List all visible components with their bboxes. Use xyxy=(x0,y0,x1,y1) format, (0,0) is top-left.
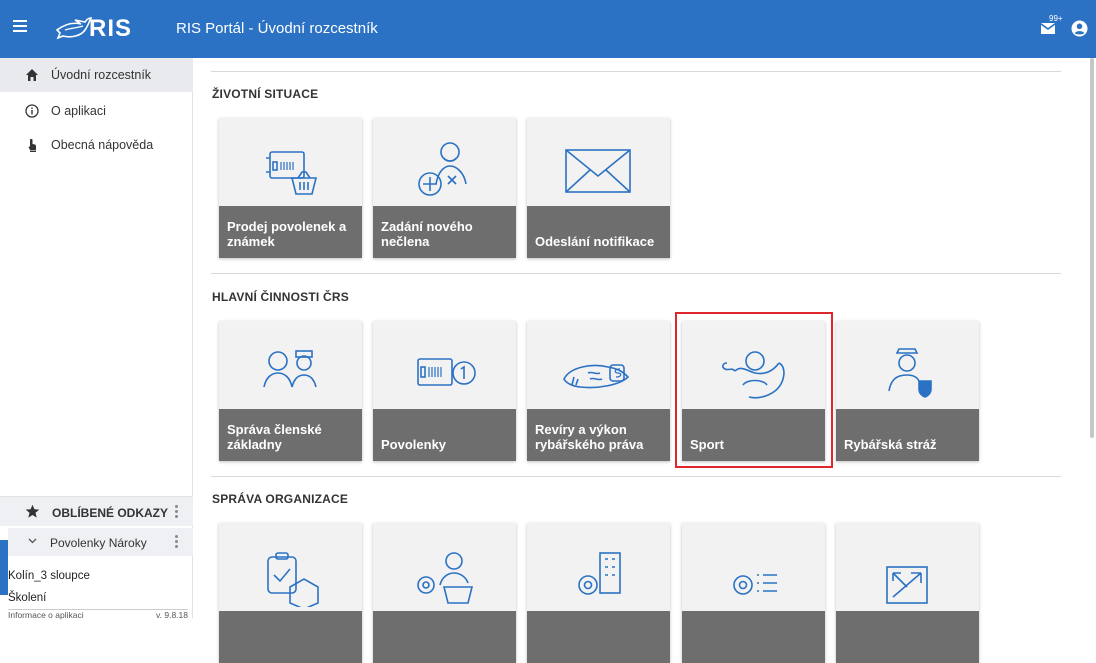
tile-zadani-neclena[interactable]: Zadání nového nečlena xyxy=(373,118,516,258)
envelope-icon xyxy=(565,149,631,193)
tile-label: Prodej povolenek a známek xyxy=(227,219,347,249)
tile-organization-2[interactable] xyxy=(373,523,516,663)
tile-rybarska-straz[interactable]: Rybářská stráž xyxy=(836,321,979,461)
sidebar-item-label: Obecná nápověda xyxy=(51,138,154,152)
star-icon xyxy=(25,504,40,518)
tile-label: Rybářská stráž xyxy=(844,437,937,452)
favorite-link[interactable]: Kolín_3 sloupce xyxy=(8,570,90,582)
tile-caption xyxy=(836,611,979,663)
page-title: RIS Portál - Úvodní rozcestník xyxy=(176,20,378,37)
tile-caption xyxy=(219,611,362,663)
more-vert-icon[interactable] xyxy=(175,535,179,549)
chevron-down-icon[interactable] xyxy=(28,538,37,544)
help-icon xyxy=(28,138,36,152)
tile-caption xyxy=(527,611,670,663)
permit-basket-icon xyxy=(266,151,318,195)
favorites-title: OBLÍBENÉ ODKAZY xyxy=(52,506,169,520)
section-title: HLAVNÍ ČINNOSTI ČRS xyxy=(212,290,349,304)
favorites-accent-bar xyxy=(0,540,8,595)
favorites-group-label: Povolenky Nároky xyxy=(50,536,147,550)
section-title: ŽIVOTNÍ SITUACE xyxy=(212,87,319,101)
app-info-label: Informace o aplikaci xyxy=(8,610,84,620)
sidebar-item-about[interactable]: O aplikaci xyxy=(0,94,193,128)
favorites-group[interactable]: Povolenky Nároky xyxy=(8,528,193,556)
tile-label: Revíry a výkon rybářského práva xyxy=(535,422,644,452)
sidebar-item-label: O aplikaci xyxy=(51,104,106,118)
top-app-bar: RIS RIS Portál - Úvodní rozcestník 99+ xyxy=(0,0,1096,58)
tile-caption xyxy=(373,611,516,663)
clipboard-box-icon xyxy=(267,552,319,607)
tile-organization-3[interactable] xyxy=(527,523,670,663)
section-divider xyxy=(211,476,1061,477)
settings-building-icon xyxy=(578,552,621,595)
mail-icon[interactable] xyxy=(1040,22,1056,35)
tile-caption: Rybářská stráž xyxy=(836,409,979,461)
tile-caption xyxy=(682,611,825,663)
tile-label: Zadání nového nečlena xyxy=(381,219,473,249)
tile-caption: Správa členské základny xyxy=(219,409,362,461)
tile-label: Odeslání notifikace xyxy=(535,234,655,249)
fishing-area-icon xyxy=(563,364,630,389)
sidebar-item-label: Úvodní rozcestník xyxy=(51,68,152,82)
add-person-icon xyxy=(418,142,467,196)
tile-reviry[interactable]: Revíry a výkon rybářského práva xyxy=(527,321,670,461)
tile-caption: Odeslání notifikace xyxy=(527,206,670,258)
tile-organization-1[interactable] xyxy=(219,523,362,663)
guard-icon xyxy=(888,348,932,398)
settings-person-icon xyxy=(417,552,474,604)
tile-odeslani-notifikace[interactable]: Odeslání notifikace xyxy=(527,118,670,258)
tile-caption: Povolenky xyxy=(373,409,516,461)
info-icon xyxy=(25,104,39,118)
tile-caption: Revíry a výkon rybářského práva xyxy=(527,409,670,461)
tile-sprava-clenske-zakladny[interactable]: Správa členské základny xyxy=(219,321,362,461)
app-version: v. 9.8.18 xyxy=(156,610,188,620)
scrollbar-thumb[interactable] xyxy=(1090,58,1094,438)
tile-label: Správa členské základny xyxy=(227,422,322,452)
favorite-link[interactable]: Školení xyxy=(8,592,46,604)
tile-caption: Zadání nového nečlena xyxy=(373,206,516,258)
tile-label: Povolenky xyxy=(381,437,447,452)
arrows-icon xyxy=(886,566,928,604)
account-icon[interactable] xyxy=(1071,20,1088,37)
hamburger-icon[interactable] xyxy=(13,20,27,32)
tile-prodej-povolenek[interactable]: Prodej povolenek a známek xyxy=(219,118,362,258)
tile-organization-5[interactable] xyxy=(836,523,979,663)
more-vert-icon[interactable] xyxy=(175,505,179,519)
sidebar-item-home[interactable]: Úvodní rozcestník xyxy=(0,58,193,92)
section-title: SPRÁVA ORGANIZACE xyxy=(212,492,349,506)
permit-coin-icon xyxy=(417,358,476,386)
tile-organization-4[interactable] xyxy=(682,523,825,663)
scrollbar[interactable] xyxy=(1088,58,1096,438)
section-divider xyxy=(211,273,1061,274)
logo-text: RIS xyxy=(89,15,133,42)
notification-badge: 99+ xyxy=(1049,14,1063,23)
sidebar-item-help[interactable]: Obecná nápověda xyxy=(0,128,193,162)
selection-highlight xyxy=(675,312,833,468)
settings-list-icon xyxy=(733,574,777,595)
tile-povolenky[interactable]: Povolenky xyxy=(373,321,516,461)
members-icon xyxy=(263,350,317,388)
favorites-header[interactable]: OBLÍBENÉ ODKAZY xyxy=(0,496,193,526)
section-divider xyxy=(211,71,1061,72)
tile-caption: Prodej povolenek a známek xyxy=(219,206,362,258)
home-icon xyxy=(26,69,38,81)
